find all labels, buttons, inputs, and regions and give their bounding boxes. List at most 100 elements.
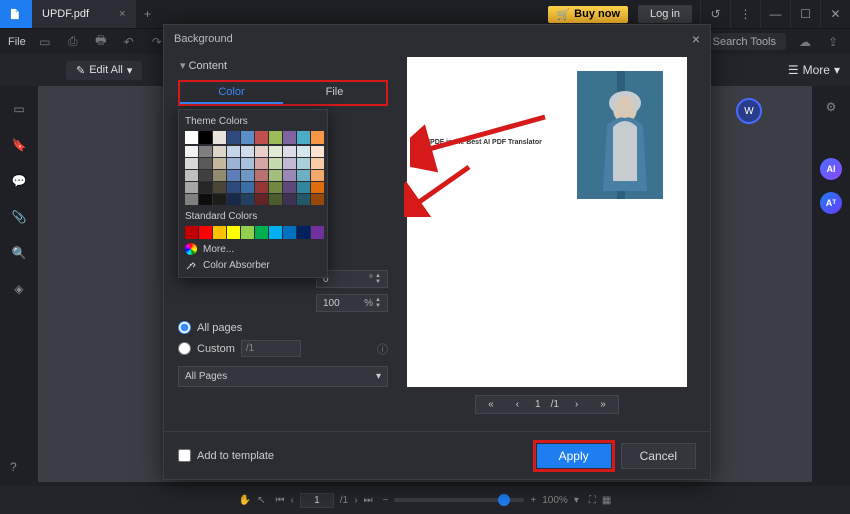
color-swatch[interactable] — [227, 131, 240, 144]
color-swatch[interactable] — [241, 146, 254, 157]
preview-next-icon[interactable]: › — [569, 399, 584, 410]
color-swatch[interactable] — [255, 194, 268, 205]
color-swatch[interactable] — [283, 226, 296, 239]
color-swatch[interactable] — [199, 194, 212, 205]
rotation-input[interactable] — [323, 274, 369, 285]
close-tab-icon[interactable]: × — [119, 8, 125, 20]
color-swatch[interactable] — [185, 158, 198, 169]
color-swatch[interactable] — [311, 146, 324, 157]
color-swatch[interactable] — [269, 158, 282, 169]
all-pages-radio[interactable] — [178, 321, 191, 334]
save-icon[interactable]: ⎙ — [64, 34, 82, 49]
edit-all-button[interactable]: ✎ Edit All ▾ — [66, 61, 142, 80]
color-absorber-button[interactable]: Color Absorber — [185, 259, 321, 271]
kebab-icon[interactable]: ⋮ — [730, 0, 760, 28]
preview-last-icon[interactable]: » — [594, 399, 612, 410]
color-swatch[interactable] — [241, 182, 254, 193]
color-swatch[interactable] — [297, 170, 310, 181]
color-swatch[interactable] — [185, 182, 198, 193]
page-icon[interactable]: ▭ — [10, 100, 28, 118]
preview-prev-icon[interactable]: ‹ — [510, 399, 525, 410]
cancel-button[interactable]: Cancel — [621, 443, 696, 469]
color-swatch[interactable] — [185, 226, 198, 239]
color-swatch[interactable] — [311, 131, 324, 144]
comment-icon[interactable]: 💬 — [10, 172, 28, 190]
color-swatch[interactable] — [213, 146, 226, 157]
ai-badge[interactable]: AI — [820, 158, 842, 180]
color-swatch[interactable] — [227, 158, 240, 169]
color-swatch[interactable] — [255, 146, 268, 157]
menu-file[interactable]: File — [8, 36, 26, 48]
open-icon[interactable]: ▭ — [36, 35, 54, 49]
zoom-slider[interactable] — [394, 498, 524, 502]
color-swatch[interactable] — [283, 158, 296, 169]
color-swatch[interactable] — [311, 170, 324, 181]
color-swatch[interactable] — [283, 182, 296, 193]
color-swatch[interactable] — [269, 182, 282, 193]
color-swatch[interactable] — [255, 131, 268, 144]
preview-first-icon[interactable]: « — [482, 399, 500, 410]
more-colors-button[interactable]: More... — [185, 243, 321, 255]
color-swatch[interactable] — [185, 194, 198, 205]
color-swatch[interactable] — [227, 146, 240, 157]
tab-file[interactable]: File — [283, 82, 386, 104]
window-close-icon[interactable]: ✕ — [820, 0, 850, 28]
undo-icon[interactable]: ↶ — [120, 35, 138, 49]
color-swatch[interactable] — [241, 194, 254, 205]
color-swatch[interactable] — [283, 131, 296, 144]
page-scope-select[interactable]: All Pages ▾ — [178, 366, 388, 387]
more-menu[interactable]: ☰ More ▾ — [788, 63, 840, 77]
color-swatch[interactable] — [227, 170, 240, 181]
color-swatch[interactable] — [213, 170, 226, 181]
print-icon[interactable]: 🖶 — [92, 31, 110, 52]
color-swatch[interactable] — [297, 146, 310, 157]
color-swatch[interactable] — [199, 158, 212, 169]
add-to-template-checkbox[interactable] — [178, 449, 191, 462]
first-page-icon[interactable]: ⏮ — [276, 495, 285, 506]
next-page-icon[interactable]: › — [354, 495, 357, 506]
window-minimize-icon[interactable]: — — [760, 0, 790, 28]
color-swatch[interactable] — [283, 194, 296, 205]
color-swatch[interactable] — [283, 170, 296, 181]
search-icon[interactable]: 🔍 — [10, 244, 28, 262]
opacity-spinner[interactable]: % ▲▼ — [316, 294, 388, 312]
color-swatch[interactable] — [311, 182, 324, 193]
color-swatch[interactable] — [269, 146, 282, 157]
color-swatch[interactable] — [297, 182, 310, 193]
color-swatch[interactable] — [269, 194, 282, 205]
color-swatch[interactable] — [241, 226, 254, 239]
color-swatch[interactable] — [241, 158, 254, 169]
view-mode-icon[interactable]: ▦ — [602, 495, 611, 506]
opacity-input[interactable] — [323, 298, 364, 309]
color-swatch[interactable] — [255, 158, 268, 169]
color-swatch[interactable] — [199, 182, 212, 193]
last-page-icon[interactable]: ⏭ — [364, 495, 373, 506]
color-swatch[interactable] — [227, 182, 240, 193]
share-icon[interactable]: ⇪ — [824, 35, 842, 49]
color-swatch[interactable] — [199, 131, 212, 144]
info-icon[interactable]: ⓘ — [377, 341, 388, 357]
help-icon[interactable]: ? — [10, 460, 17, 474]
color-swatch[interactable] — [311, 226, 324, 239]
color-swatch[interactable] — [185, 170, 198, 181]
color-swatch[interactable] — [311, 158, 324, 169]
color-swatch[interactable] — [311, 194, 324, 205]
color-swatch[interactable] — [213, 226, 226, 239]
color-swatch[interactable] — [185, 146, 198, 157]
bookmark-icon[interactable]: 🔖 — [10, 136, 28, 154]
zoom-in-icon[interactable]: + — [530, 495, 536, 506]
color-swatch[interactable] — [297, 131, 310, 144]
color-swatch[interactable] — [241, 170, 254, 181]
layers-icon[interactable]: ◈ — [10, 280, 28, 298]
dialog-close-icon[interactable]: × — [692, 31, 700, 47]
tab-color[interactable]: Color — [180, 82, 283, 104]
color-swatch[interactable] — [283, 146, 296, 157]
zoom-out-icon[interactable]: − — [383, 495, 389, 506]
login-button[interactable]: Log in — [638, 5, 692, 23]
color-swatch[interactable] — [269, 226, 282, 239]
content-section-label[interactable]: Content — [178, 53, 388, 78]
hand-tool-icon[interactable]: ✋ — [239, 495, 251, 506]
buy-now-button[interactable]: 🛒 Buy now — [548, 6, 628, 23]
apply-button[interactable]: Apply — [537, 444, 611, 468]
select-tool-icon[interactable]: ↖ — [257, 495, 265, 506]
